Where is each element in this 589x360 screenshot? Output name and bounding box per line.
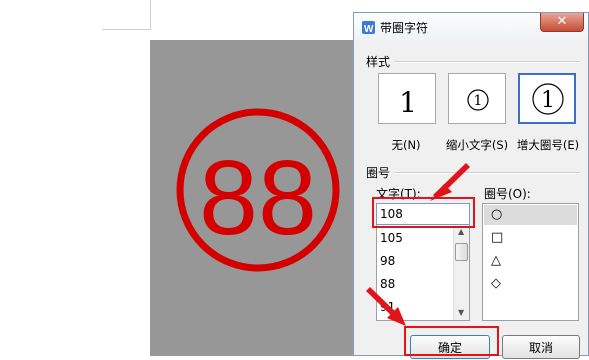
annotation-arrows <box>366 163 470 326</box>
